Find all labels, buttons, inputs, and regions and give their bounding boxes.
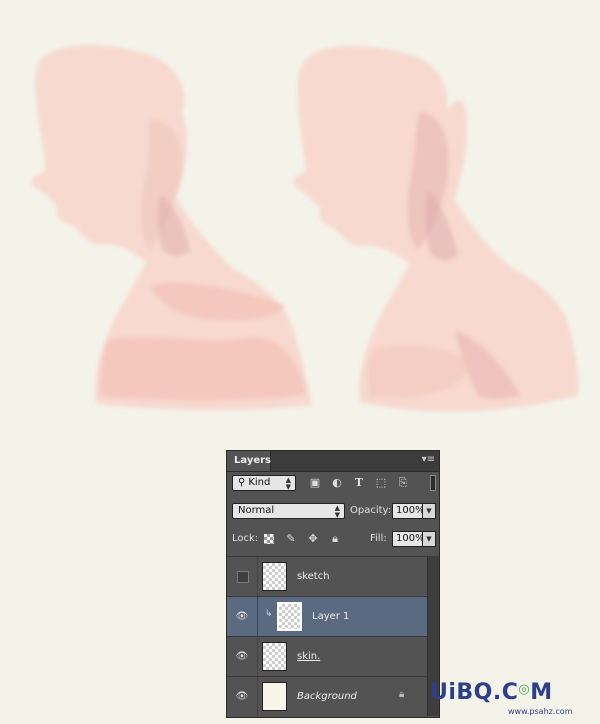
clipping-mask-arrow-icon: ↳ (265, 609, 273, 619)
watermark-text-a: UiBQ.C (430, 680, 519, 705)
lock-position-move-icon[interactable]: ✥ (306, 532, 320, 546)
fill-label: Fill: (370, 533, 387, 544)
layer-name: skin. (297, 651, 321, 662)
visibility-column: 👁︎ (227, 677, 258, 716)
blend-mode-select[interactable]: Normal ▲ ▼ (232, 503, 345, 519)
lock-image-pixels-brush-icon[interactable]: ✎ (284, 532, 298, 546)
silhouette-left (31, 45, 313, 411)
eye-icon[interactable]: 👁︎ (235, 650, 249, 664)
layer-name: sketch (297, 571, 330, 582)
layer-row-skin[interactable]: 👁︎ skin. (227, 636, 427, 676)
adjustment-filter-icon[interactable]: ◐ (330, 476, 344, 490)
silhouette-right (293, 46, 579, 412)
lock-all-padlock-icon[interactable]: 🔒︎ (328, 532, 342, 546)
layer-thumbnail (277, 602, 302, 631)
filter-kind-label: Kind (248, 477, 271, 488)
lock-row: Lock: ✎ ✥ 🔒︎ Fill: 100% ▼ (232, 531, 436, 549)
padlock-icon: 🔒︎ (399, 689, 405, 700)
watermark-logo: UiBQ.C◎M (430, 680, 553, 705)
opacity-dropdown-button[interactable]: ▼ (422, 503, 436, 519)
fill-dropdown-button[interactable]: ▼ (422, 531, 436, 547)
magnifier-icon: ⚲ (238, 477, 246, 488)
layer-thumbnail (262, 682, 287, 711)
shape-filter-icon[interactable]: ⬚ (374, 476, 388, 490)
blend-mode-value: Normal (238, 505, 275, 516)
canvas-artwork (31, 45, 579, 412)
watermark-url: www.psahz.com (508, 707, 573, 716)
visibility-column: 👁︎ (227, 597, 258, 636)
layer-row-layer-1[interactable]: 👁︎ ↳ Layer 1 (227, 596, 427, 636)
layer-name: Layer 1 (312, 611, 350, 622)
layer-list: sketch 👁︎ ↳ Layer 1 👁︎ skin. 👁︎ Backgrou… (227, 556, 427, 716)
type-filter-icon[interactable]: T (352, 476, 366, 490)
chevron-updown-icon: ▲ ▼ (334, 504, 340, 519)
filter-row: ⚲ Kind ▲ ▼ ▣ ◐ T ⬚ ⎘ (232, 475, 436, 493)
layers-panel: Layers ▾≡ ⚲ Kind ▲ ▼ ▣ ◐ T ⬚ ⎘ Normal ▲ ▼ O… (226, 450, 440, 718)
watermark-text-b: M (530, 680, 553, 705)
watermark-decoration: ◎ (518, 682, 531, 697)
opacity-label: Opacity: (350, 505, 392, 516)
visibility-column (227, 557, 258, 596)
opacity-input[interactable]: 100% (392, 503, 425, 519)
layer-row-sketch[interactable]: sketch (227, 556, 427, 596)
layer-name: Background (297, 691, 357, 702)
visibility-off-box[interactable] (237, 571, 249, 583)
layer-row-background[interactable]: 👁︎ Background 🔒︎ (227, 676, 427, 716)
layer-thumbnail (262, 562, 287, 591)
smart-object-filter-icon[interactable]: ⎘ (396, 476, 410, 490)
fill-input[interactable]: 100% (392, 531, 425, 547)
filter-kind-select[interactable]: ⚲ Kind ▲ ▼ (232, 475, 296, 491)
panel-tab-bar: Layers ▾≡ (227, 451, 439, 472)
eye-icon[interactable]: 👁︎ (235, 690, 249, 704)
blend-row: Normal ▲ ▼ Opacity: 100% ▼ (232, 503, 436, 521)
eye-icon[interactable]: 👁︎ (235, 610, 249, 624)
tab-layers[interactable]: Layers (227, 451, 271, 471)
visibility-column: 👁︎ (227, 637, 258, 676)
lock-label: Lock: (232, 533, 259, 544)
layer-thumbnail (262, 642, 287, 671)
image-filter-icon[interactable]: ▣ (308, 476, 322, 490)
lock-transparent-pixels-icon[interactable] (264, 534, 274, 544)
chevron-updown-icon: ▲ ▼ (285, 476, 291, 491)
panel-menu-icon[interactable]: ▾≡ (422, 454, 435, 465)
filter-toggle-switch[interactable] (430, 475, 436, 491)
